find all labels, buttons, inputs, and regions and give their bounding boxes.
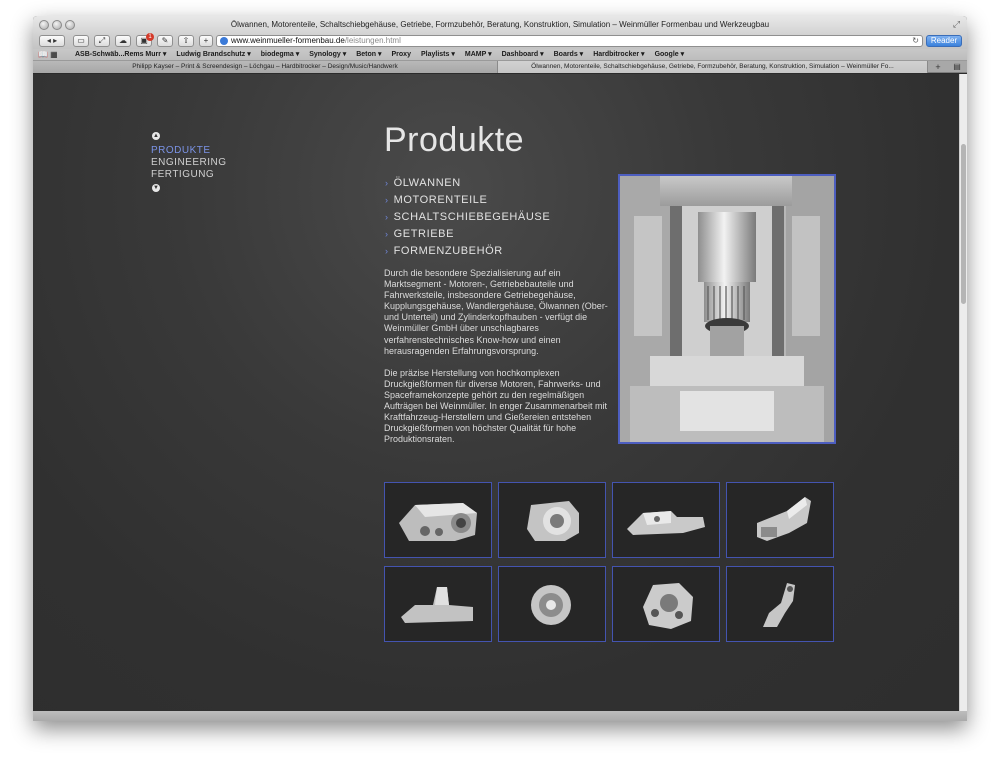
product-thumbnail-strebe[interactable] [726,566,834,642]
bookmark-item[interactable]: biodegma ▾ [261,49,300,61]
toolbar: ◂ ▸ ▭ ⤢ ☁ ▣ 1 ✎ ⇧ + www.weinmueller-forme… [33,33,967,49]
category-label: MOTORENTEILE [393,194,488,206]
nav-item-produkte[interactable]: PRODUKTE [151,145,227,157]
product-thumbnail-getriebegehaeuse[interactable] [384,482,492,558]
tab-philipp-kayser[interactable]: Philipp Kayser – Print & Screendesign – … [33,61,498,73]
tab-label: Ölwannen, Motorenteile, Schaltschiebgehä… [531,63,894,70]
url-path: /leistungen.html [344,36,401,45]
side-navigation: PRODUKTE ENGINEERING FERTIGUNG [151,145,227,181]
intro-text: Durch die besondere Spezialisierung auf … [384,268,610,445]
reader-button[interactable]: Reader [926,35,962,47]
cloud-icon[interactable]: ☁ [115,35,131,47]
expand-icon[interactable]: ⤢ [94,35,110,47]
bookmarks-bar: 📖 ▦ ASB-Schwäb...Rems Murr ▾ Ludwig Brand… [33,49,967,61]
category-label: SCHALTSCHIEBEGEHÄUSE [393,211,551,223]
tab-overview-icon[interactable]: ▤ [949,61,965,73]
bookmark-item[interactable]: Ludwig Brandschutz ▾ [176,49,250,61]
category-label: FORMENZUBEHÖR [393,245,503,257]
chevron-right-icon: › [385,195,389,205]
browser-window: Ölwannen, Motorenteile, Schaltschiebgehä… [33,16,967,721]
bookmark-item[interactable]: Playlists ▾ [421,49,455,61]
category-motorenteile[interactable]: › MOTORENTEILE [385,192,550,209]
category-schaltschiebegehaeuse[interactable]: › SCHALTSCHIEBEGEHÄUSE [385,209,550,226]
category-getriebe[interactable]: › GETRIEBE [385,226,550,243]
category-formenzubehoer[interactable]: › FORMENZUBEHÖR [385,243,550,260]
page-title: Produkte [384,121,525,159]
bookmark-item[interactable]: Dashboard ▾ [502,49,544,61]
nav-item-engineering[interactable]: ENGINEERING [151,157,227,169]
tab-label: Philipp Kayser – Print & Screendesign – … [132,63,398,70]
intro-paragraph: Die präzise Herstellung von hochkomplexe… [384,367,607,445]
status-bar [33,711,967,721]
bookmark-item[interactable]: Beton ▾ [356,49,381,61]
wrench-icon[interactable]: ✎ [157,35,173,47]
tab-weinmueller[interactable]: Ölwannen, Motorenteile, Schaltschiebgehä… [498,61,928,73]
minimize-window-icon[interactable] [52,20,62,30]
product-thumbnail-halterung[interactable] [726,482,834,558]
back-forward-button[interactable]: ◂ ▸ [39,35,65,47]
scrollbar-thumb[interactable] [961,144,966,304]
bookmark-item[interactable]: ASB-Schwäb...Rems Murr ▾ [75,49,166,61]
window-title: Ölwannen, Motorenteile, Schaltschiebgehä… [230,20,770,29]
fullscreen-icon[interactable]: ⤢ [951,19,962,30]
bookmark-item[interactable]: Synology ▾ [309,49,346,61]
bookmark-item[interactable]: Google ▾ [655,49,685,61]
tab-bar: Philipp Kayser – Print & Screendesign – … [33,61,967,73]
reading-list-icon[interactable]: 📖 ▦ [38,49,58,61]
product-thumbnail-zylinderkopfhaube[interactable] [612,566,720,642]
arrow-up-icon[interactable]: ▲ [152,132,160,140]
chevron-right-icon: › [385,178,389,188]
extension-icon[interactable]: ▣ 1 [136,33,154,47]
page-content: ▲ PRODUKTE ENGINEERING FERTIGUNG ▼ Produ… [33,74,959,711]
category-label: GETRIEBE [393,228,455,240]
notification-badge: 1 [146,33,154,41]
share-icon[interactable]: ⇧ [178,35,194,47]
zoom-window-icon[interactable] [65,20,75,30]
category-list: › ÖLWANNEN › MOTORENTEILE › SCHALTSCHIEBEGE… [385,175,550,260]
close-window-icon[interactable] [39,20,49,30]
product-thumbnail-kupplungsgehaeuse[interactable] [498,482,606,558]
bookmark-item[interactable]: Hardbitrocker ▾ [593,49,644,61]
site-icon [220,37,228,45]
new-tab-icon[interactable]: + [930,61,946,73]
bookmarks-list: ASB-Schwäb...Rems Murr ▾ Ludwig Brandschu… [75,49,694,61]
category-oelwannen[interactable]: › ÖLWANNEN [385,175,550,192]
title-bar: Ölwannen, Motorenteile, Schaltschiebgehä… [33,16,967,34]
intro-paragraph: Durch die besondere Spezialisierung auf … [384,268,608,356]
bookmark-item[interactable]: Proxy [392,49,411,61]
sidebar-icon[interactable]: ▭ [73,35,89,47]
address-bar[interactable]: www.weinmueller-formenbau.de/leistungen.… [216,35,923,47]
bookmark-item[interactable]: MAMP ▾ [465,49,492,61]
category-label: ÖLWANNEN [393,177,461,189]
arrow-down-icon[interactable]: ▼ [152,184,160,192]
chevron-right-icon: › [385,212,389,222]
feature-mold-image [618,174,836,444]
product-thumbnail-oelwanne[interactable] [612,482,720,558]
reload-icon[interactable]: ↻ [912,36,919,46]
nav-item-fertigung[interactable]: FERTIGUNG [151,169,227,181]
chevron-right-icon: › [385,246,389,256]
bookmark-item[interactable]: Boards ▾ [554,49,584,61]
vertical-scrollbar[interactable] [959,74,967,711]
url-host: www.weinmueller-formenbau.de [231,36,345,45]
add-bookmark-icon[interactable]: + [199,35,213,47]
product-thumbnail-wandlergehaeuse[interactable] [498,566,606,642]
chevron-right-icon: › [385,229,389,239]
product-thumbnail-oelwanne-oberteil[interactable] [384,566,492,642]
